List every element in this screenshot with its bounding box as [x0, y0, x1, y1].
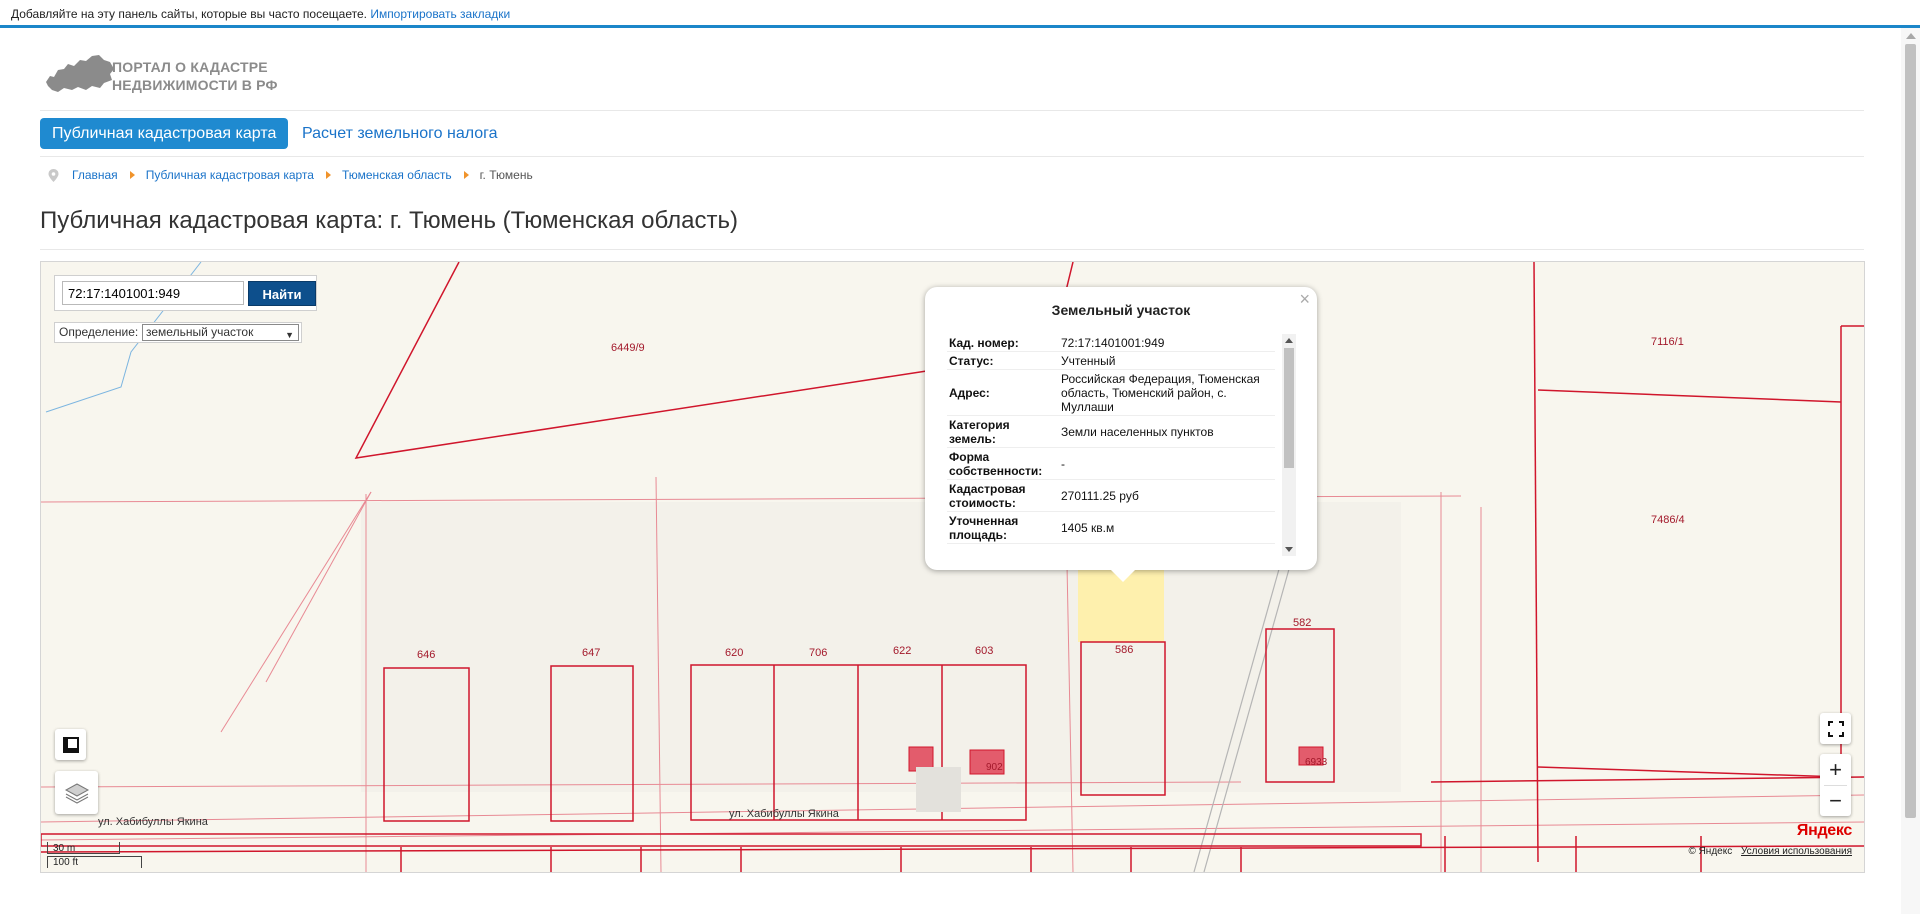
- breadcrumb-arrow-icon: [325, 171, 331, 179]
- breadcrumb-current: г. Тюмень: [479, 168, 533, 182]
- breadcrumb-home[interactable]: Главная: [72, 167, 118, 183]
- table-row: Статус: Учтенный: [947, 351, 1275, 370]
- row-key: Кадастровая стоимость:: [947, 479, 1059, 512]
- scale-meters: 30 m: [47, 842, 120, 854]
- breadcrumb: Главная Публичная кадастровая карта Тюме…: [48, 167, 533, 183]
- breadcrumb-arrow-icon: [463, 171, 469, 179]
- bookmarks-bar-text: Добавляйте на эту панель сайты, которые …: [11, 7, 367, 21]
- bookmarks-bar: Добавляйте на эту панель сайты, которые …: [0, 0, 1920, 28]
- row-key: Категория земель:: [947, 415, 1059, 448]
- row-key: Статус:: [947, 351, 1059, 370]
- parcel-label[interactable]: 6449/9: [611, 342, 645, 354]
- parcel-label[interactable]: 706: [809, 647, 827, 659]
- popup-scrollbar-thumb[interactable]: [1284, 348, 1294, 468]
- parcel-label[interactable]: 586: [1115, 644, 1133, 656]
- row-key: Уточненная площадь:: [947, 511, 1059, 544]
- parcel-label[interactable]: 582: [1293, 617, 1311, 629]
- header-divider: [40, 110, 1864, 111]
- definition-label: Определение:: [59, 325, 139, 339]
- page-title: Публичная кадастровая карта: г. Тюмень (…: [40, 207, 738, 234]
- nav-land-tax-calculation[interactable]: Расчет земельного налога: [302, 118, 498, 149]
- row-value: Учтенный: [1059, 351, 1275, 370]
- table-row: Кадастровая стоимость: 270111.25 руб: [947, 479, 1275, 512]
- row-value: 72:17:1401001:949: [1059, 334, 1275, 352]
- parcel-label[interactable]: 7486/4: [1651, 514, 1685, 526]
- fullscreen-button[interactable]: [1820, 713, 1851, 744]
- row-key: Кад. номер:: [947, 334, 1059, 352]
- parcel-label[interactable]: 646: [417, 649, 435, 661]
- title-divider: [40, 249, 1864, 250]
- popup-info-table: Кад. номер: 72:17:1401001:949 Статус: Учте…: [947, 334, 1296, 556]
- import-bookmarks-link[interactable]: Импортировать закладки: [370, 7, 510, 21]
- scroll-up-arrow-icon[interactable]: [1906, 33, 1916, 39]
- definition-panel: Определение: земельный участок ▼: [54, 322, 302, 343]
- table-row: Кад. номер: 72:17:1401001:949: [947, 334, 1275, 352]
- location-pin-icon: [48, 168, 59, 182]
- nav-public-cadastral-map[interactable]: Публичная кадастровая карта: [40, 118, 289, 149]
- ruler-icon: [62, 736, 79, 753]
- definition-select-value: земельный участок: [146, 325, 254, 339]
- row-value: Земли населенных пунктов: [1059, 415, 1275, 448]
- zoom-out-button[interactable]: −: [1820, 785, 1851, 816]
- row-key: Адрес:: [947, 369, 1059, 416]
- row-value: Российская Федерация, Тюменская область,…: [1059, 369, 1275, 416]
- row-value: 270111.25 руб: [1059, 479, 1275, 512]
- breadcrumb-public-map[interactable]: Публичная кадастровая карта: [146, 167, 314, 183]
- parcel-label[interactable]: 647: [582, 647, 600, 659]
- table-row: Категория земель: Земли населенных пункто…: [947, 415, 1275, 448]
- street-label: ул. Хабибуллы Якина: [98, 816, 208, 828]
- terms-of-use-link[interactable]: Условия использования: [1741, 846, 1852, 857]
- layers-icon: [64, 782, 89, 804]
- logo-line-1: ПОРТАЛ О КАДАСТРЕ: [112, 59, 268, 75]
- zoom-control: + −: [1820, 754, 1851, 816]
- row-value: -: [1059, 447, 1275, 480]
- map-copyright: © Яндекс Условия использования: [1688, 846, 1852, 857]
- chevron-down-icon: ▼: [285, 330, 294, 340]
- parcel-label[interactable]: 622: [893, 645, 911, 657]
- site-logo-text[interactable]: ПОРТАЛ О КАДАСТРЕ НЕДВИЖИМОСТИ В РФ: [112, 58, 278, 94]
- ruler-button[interactable]: [55, 729, 86, 760]
- row-key: Форма собственности:: [947, 447, 1059, 480]
- nav-divider: [40, 156, 1864, 157]
- cadastral-map[interactable]: 6449/9 7116/1 7486/4 646 647 620 706 622…: [40, 261, 1865, 873]
- parcel-label[interactable]: 7116/1: [1651, 336, 1684, 348]
- fullscreen-icon: [1827, 720, 1844, 737]
- scroll-down-arrow-icon[interactable]: [1285, 547, 1293, 552]
- parcel-info-popup: × Земельный участок Кад. номер: 72:17:140…: [925, 287, 1317, 582]
- parcel-label[interactable]: 902: [986, 762, 1003, 773]
- definition-select[interactable]: земельный участок ▼: [142, 324, 299, 341]
- popup-pointer: [1110, 569, 1136, 582]
- scroll-up-arrow-icon[interactable]: [1285, 338, 1293, 343]
- yandex-logo[interactable]: Яндекс: [1797, 822, 1852, 840]
- layers-button[interactable]: [55, 771, 98, 814]
- find-button[interactable]: Найти: [248, 281, 316, 306]
- copyright-text: © Яндекс: [1688, 846, 1733, 857]
- row-value: 1405 кв.м: [1059, 511, 1275, 544]
- table-row: Адрес: Российская Федерация, Тюменская об…: [947, 369, 1275, 416]
- search-panel: Найти: [54, 275, 317, 311]
- table-row: Уточненная площадь: 1405 кв.м: [947, 511, 1275, 544]
- popup-scrollbar[interactable]: [1282, 334, 1296, 556]
- breadcrumb-arrow-icon: [129, 171, 135, 179]
- popup-title: Земельный участок: [1051, 302, 1191, 318]
- scale-feet: 100 ft: [47, 856, 142, 868]
- street-label: ул. Хабибуллы Якина: [729, 808, 839, 820]
- logo-line-2: НЕДВИЖИМОСТИ В РФ: [112, 77, 278, 93]
- parcel-label[interactable]: 6933: [1305, 757, 1327, 768]
- russia-map-logo-icon[interactable]: [44, 52, 116, 98]
- breadcrumb-region[interactable]: Тюменская область: [342, 167, 452, 183]
- cadastral-number-search-input[interactable]: [62, 281, 244, 305]
- page-scrollbar-thumb[interactable]: [1905, 44, 1916, 818]
- zoom-in-button[interactable]: +: [1820, 754, 1851, 785]
- table-row: Форма собственности: -: [947, 447, 1275, 480]
- parcel-label[interactable]: 603: [975, 645, 993, 657]
- parcel-label[interactable]: 620: [725, 647, 743, 659]
